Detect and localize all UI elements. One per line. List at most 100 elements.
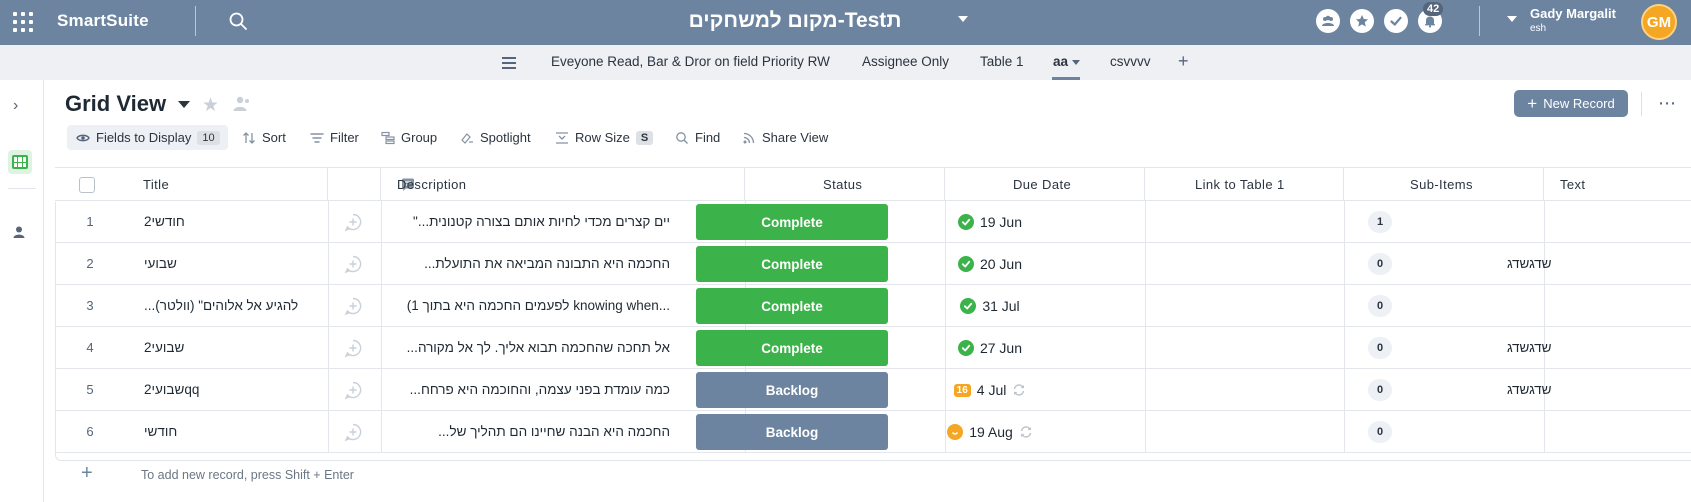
- new-record-button[interactable]: + New Record: [1514, 90, 1628, 117]
- apps-grid-icon[interactable]: [12, 11, 34, 33]
- row-description[interactable]: ...החכמה היא הבנה שחיינו הם תהליך של: [398, 424, 670, 439]
- brand-logo[interactable]: SmartSuite: [57, 11, 149, 31]
- spotlight-button[interactable]: Spotlight: [460, 125, 531, 150]
- column-header-status[interactable]: Status: [823, 177, 862, 192]
- chevron-down-icon[interactable]: [958, 16, 968, 22]
- due-date-cell[interactable]: 27 Jun: [892, 337, 1088, 359]
- add-record-hint: To add new record, press Shift + Enter: [141, 468, 354, 482]
- chevron-down-icon[interactable]: [178, 101, 190, 108]
- team-icon[interactable]: [1316, 9, 1340, 33]
- sub-items-count[interactable]: 0: [1368, 379, 1392, 401]
- sub-items-count[interactable]: 0: [1368, 295, 1392, 317]
- active-tab-indicator: [1052, 77, 1080, 80]
- divider: [1479, 6, 1480, 36]
- row-title[interactable]: חודשי: [144, 424, 322, 439]
- table-row[interactable]: 4 שבועי2 ...אל תחכה שהחכמה תבוא אליך. לך א…: [56, 327, 1691, 369]
- user-name[interactable]: Gady Margalit: [1530, 6, 1616, 21]
- tab-aa[interactable]: aa: [1053, 54, 1081, 69]
- add-comment-icon[interactable]: [343, 380, 363, 400]
- row-description[interactable]: ...כמה עומדת בפני עצמה, והחוכמה היא פרחח: [398, 382, 670, 397]
- row-text-value[interactable]: שדגשדג: [1507, 382, 1677, 397]
- row-title[interactable]: ...להגיע אל אלוהים" (וולטר): [144, 298, 322, 313]
- add-record-row[interactable]: + To add new record, press Shift + Enter: [56, 455, 1691, 496]
- chevron-down-icon[interactable]: [1072, 59, 1081, 65]
- row-title[interactable]: שבועי2qq: [144, 382, 322, 397]
- add-table-button[interactable]: +: [1178, 51, 1189, 72]
- column-header-description[interactable]: Description: [397, 177, 466, 192]
- row-title[interactable]: שבועי2: [144, 340, 322, 355]
- check-icon[interactable]: [1384, 9, 1408, 33]
- new-record-label: New Record: [1543, 96, 1615, 111]
- star-icon[interactable]: [1350, 9, 1374, 33]
- table-row[interactable]: 6 חודשי ...החכמה היא הבנה שחיינו הם תהליך …: [56, 411, 1691, 453]
- status-badge[interactable]: Backlog: [696, 414, 888, 450]
- divider: [1641, 92, 1642, 116]
- status-badge[interactable]: Backlog: [696, 372, 888, 408]
- group-button[interactable]: Group: [381, 125, 437, 150]
- due-date-value: 4 Jul: [976, 382, 1007, 398]
- table-row[interactable]: 1 חודשי2 "...יים קצרים מכדי לחיות אותם בצו…: [56, 201, 1691, 243]
- filter-button[interactable]: Filter: [310, 125, 359, 150]
- tab-eveyone-read[interactable]: Eveyone Read, Bar & Dror on field Priori…: [551, 54, 830, 69]
- column-header-link-to-table-1[interactable]: Link to Table 1: [1195, 177, 1285, 192]
- add-comment-icon[interactable]: [343, 422, 363, 442]
- more-options-icon[interactable]: ⋯: [1658, 93, 1677, 114]
- row-title[interactable]: שבועי: [144, 256, 322, 271]
- status-badge[interactable]: Complete: [696, 330, 888, 366]
- row-size-button[interactable]: Row Size S: [555, 125, 654, 150]
- table-row[interactable]: 3 ...להגיע אל אלוהים" (וולטר) (1 לפעמים הח…: [56, 285, 1691, 327]
- row-description[interactable]: (1 לפעמים החכמה היא בתוך knowing when...: [398, 298, 670, 313]
- due-date-cell[interactable]: 20 Jun: [892, 253, 1088, 275]
- group-label: Group: [401, 130, 438, 145]
- divider: [8, 188, 36, 189]
- person-icon[interactable]: [12, 225, 26, 239]
- sort-button[interactable]: Sort: [242, 125, 286, 150]
- table-row[interactable]: 5 שבועי2qq ...כמה עומדת בפני עצמה, והחוכמה…: [56, 369, 1691, 411]
- upcoming-smile-icon: [947, 424, 964, 440]
- add-comment-icon[interactable]: [343, 296, 363, 316]
- table-row[interactable]: 2 שבועי ...החכמה היא התבונה המביאה את התוע…: [56, 243, 1691, 285]
- grid-view-icon[interactable]: [8, 150, 32, 174]
- chevron-down-icon[interactable]: [1507, 16, 1517, 22]
- due-date-cell[interactable]: 19 Jun: [892, 211, 1088, 233]
- column-header-text[interactable]: Text: [1560, 177, 1585, 192]
- hamburger-menu-icon[interactable]: [502, 57, 516, 69]
- row-description[interactable]: "...יים קצרים מכדי לחיות אותם בצורה קטנו…: [398, 214, 670, 229]
- chevron-right-icon[interactable]: ›: [13, 97, 18, 115]
- search-icon[interactable]: [228, 11, 248, 31]
- add-comment-icon[interactable]: [343, 254, 363, 274]
- status-badge[interactable]: Complete: [696, 246, 888, 282]
- share-view-button[interactable]: Share View: [742, 125, 828, 150]
- row-description[interactable]: ...אל תחכה שהחכמה תבוא אליך. לך אל מקורה: [398, 340, 670, 355]
- sub-items-count[interactable]: 0: [1368, 337, 1392, 359]
- fields-to-display-button[interactable]: Fields to Display 10: [67, 125, 228, 150]
- add-comment-icon[interactable]: [343, 338, 363, 358]
- due-date-cell[interactable]: 31 Jul: [892, 295, 1088, 317]
- sub-items-count[interactable]: 0: [1368, 421, 1392, 443]
- status-badge[interactable]: Complete: [696, 288, 888, 324]
- header-sub-items-cell: Sub-Items: [1344, 168, 1544, 200]
- view-title[interactable]: Grid View: [65, 91, 166, 117]
- tab-assignee-only[interactable]: Assignee Only: [862, 54, 949, 69]
- sub-items-count[interactable]: 1: [1368, 211, 1392, 233]
- column-header-sub-items[interactable]: Sub-Items: [1410, 177, 1473, 192]
- eye-icon: [76, 134, 90, 141]
- due-date-cell[interactable]: 19 Aug: [892, 421, 1088, 443]
- tab-csvvvv[interactable]: csvvvv: [1110, 54, 1151, 69]
- sub-items-count[interactable]: 0: [1368, 253, 1392, 275]
- row-text-value[interactable]: שדגשדג: [1507, 256, 1677, 271]
- row-text-value[interactable]: שדגשדג: [1507, 340, 1677, 355]
- view-members-icon[interactable]: [231, 95, 251, 113]
- due-date-cell[interactable]: 16 4 Jul: [892, 379, 1088, 401]
- add-record-plus-icon[interactable]: +: [81, 462, 93, 485]
- workspace-name[interactable]: מקום למשחקים-Testת: [600, 9, 990, 33]
- column-header-due-date[interactable]: Due Date: [1013, 177, 1071, 192]
- status-badge[interactable]: Complete: [696, 204, 888, 240]
- row-title[interactable]: חודשי2: [144, 214, 322, 229]
- row-description[interactable]: ...החכמה היא התבונה המביאה את התועלת: [398, 256, 670, 271]
- tab-table-1[interactable]: Table 1: [980, 54, 1024, 69]
- avatar[interactable]: GM: [1641, 4, 1677, 40]
- find-button[interactable]: Find: [675, 125, 720, 150]
- add-comment-icon[interactable]: [343, 212, 363, 232]
- favorite-star-icon[interactable]: ★: [202, 94, 219, 117]
